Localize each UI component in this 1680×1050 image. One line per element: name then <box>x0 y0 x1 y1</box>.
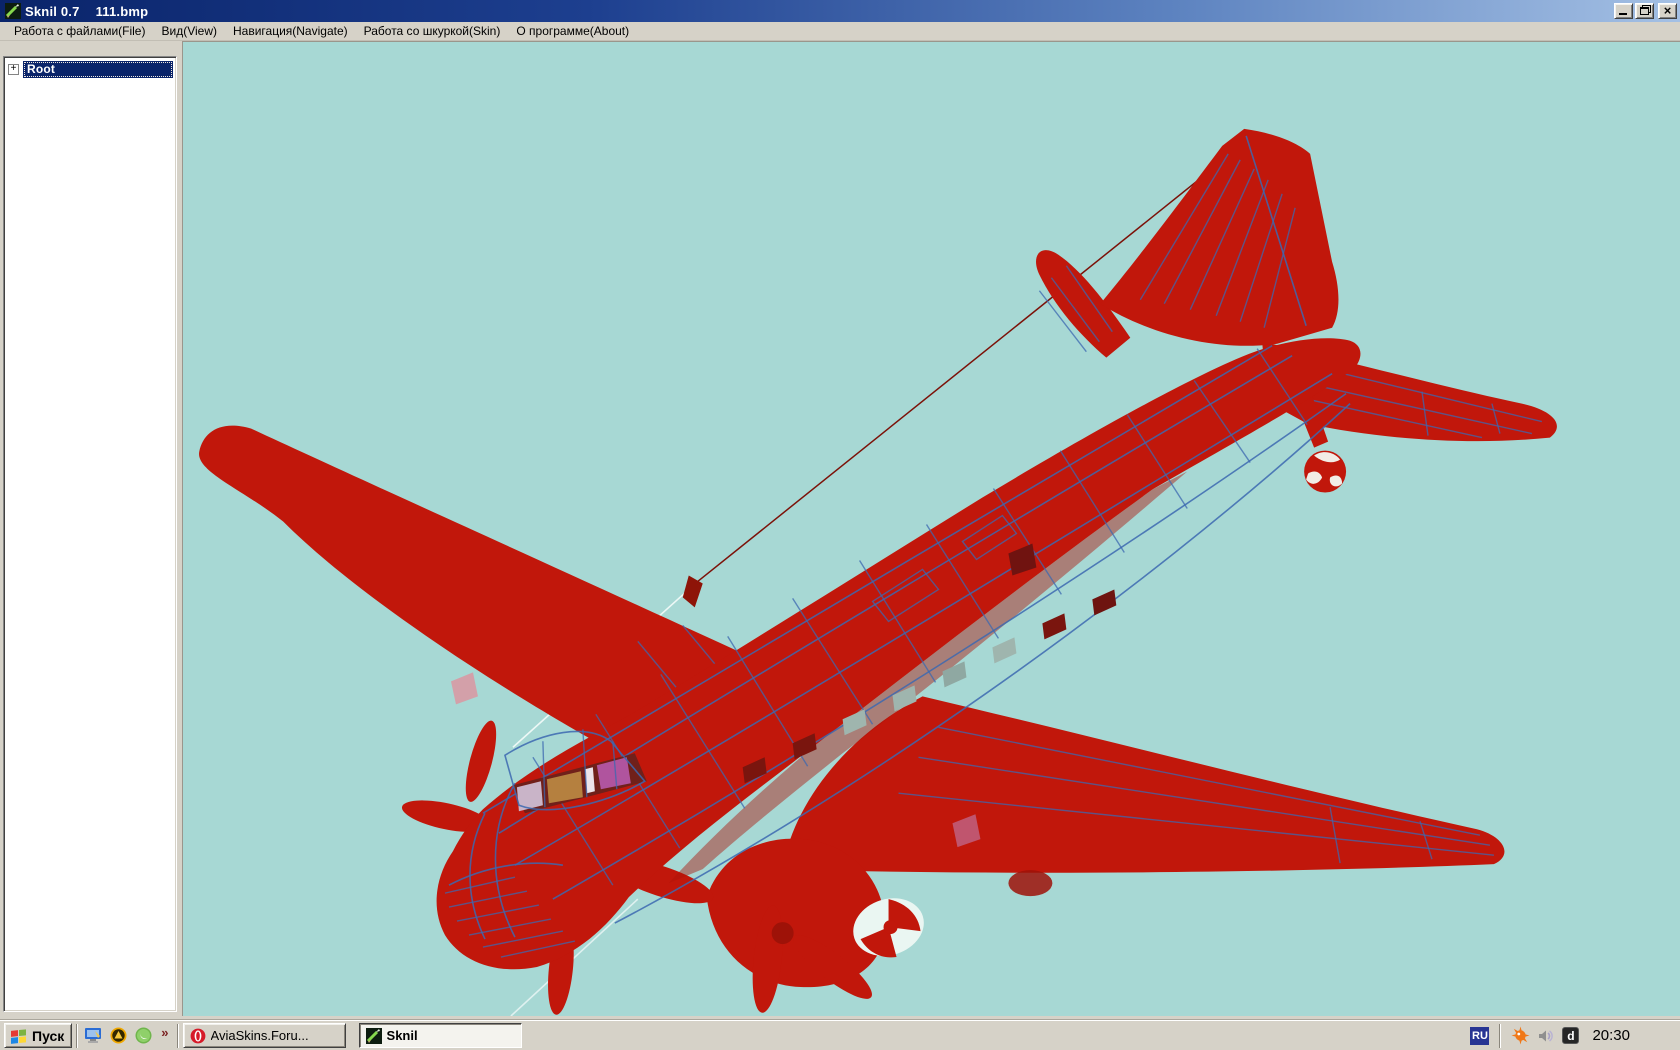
show-desktop-icon[interactable] <box>84 1027 102 1045</box>
volume-icon[interactable] <box>1536 1026 1555 1045</box>
minimize-icon <box>1619 13 1627 15</box>
task-button-aviaskins[interactable]: AviaSkins.Foru... <box>182 1023 346 1048</box>
model-tree-panel[interactable]: + Root <box>3 56 177 1012</box>
sidebar: + Root <box>0 41 182 1020</box>
avast-icon[interactable] <box>1511 1026 1530 1045</box>
quick-launch-overflow-chevron[interactable]: » <box>161 1025 168 1040</box>
window-title-document: 111.bmp <box>95 3 149 19</box>
task-label: Sknil <box>386 1028 418 1043</box>
taskbar-separator-2 <box>176 1023 179 1048</box>
tree-node-root[interactable]: Root <box>23 60 173 78</box>
download-master-glyph: d <box>1567 1028 1575 1043</box>
tray-clock[interactable]: 20:30 <box>1592 1027 1630 1044</box>
menu-navigate[interactable]: Навигация(Navigate) <box>227 22 358 41</box>
green-app-icon[interactable] <box>134 1027 152 1045</box>
minimize-button[interactable] <box>1614 3 1633 19</box>
opera-icon <box>190 1028 205 1043</box>
window-title-app: Sknil 0.7 <box>25 3 80 19</box>
menu-view[interactable]: Вид(View) <box>155 22 227 41</box>
sknil-icon <box>365 1027 382 1044</box>
close-button[interactable]: × <box>1658 3 1677 19</box>
download-master-icon[interactable]: d <box>1561 1026 1580 1045</box>
main-area: + Root <box>0 41 1680 1020</box>
quick-launch: » <box>82 1025 172 1046</box>
start-label: Пуск <box>32 1027 65 1044</box>
menu-about[interactable]: О программе(About) <box>510 22 639 41</box>
task-button-sknil[interactable]: Sknil <box>358 1023 522 1048</box>
yellow-app-icon[interactable] <box>109 1027 127 1045</box>
menu-skin[interactable]: Работа со шкуркой(Skin) <box>358 22 511 41</box>
windows-logo-icon <box>11 1028 26 1044</box>
taskbar: Пуск » AviaSkins.Foru... Sknil RU d 20:3… <box>0 1020 1680 1050</box>
tray-separator <box>1499 1023 1502 1048</box>
aircraft-render <box>199 128 1557 1016</box>
start-button[interactable]: Пуск <box>4 1023 73 1048</box>
system-tray: RU d 20:30 <box>1470 1023 1676 1048</box>
desktop-screen: Sknil 0.7 111.bmp × Работа с файлами(Fil… <box>0 0 1680 1050</box>
taskbar-separator <box>76 1023 79 1048</box>
sknil-app-icon <box>5 3 21 19</box>
model-viewport[interactable] <box>182 41 1680 1016</box>
title-bar[interactable]: Sknil 0.7 111.bmp × <box>0 0 1680 22</box>
restore-button[interactable] <box>1635 3 1654 19</box>
menu-bar: Работа с файлами(File) Вид(View) Навигац… <box>0 22 1680 41</box>
restore-icon <box>1640 7 1649 15</box>
tree-row-root[interactable]: + Root <box>8 60 173 78</box>
close-icon: × <box>1663 3 1672 18</box>
menu-file[interactable]: Работа с файлами(File) <box>8 22 155 41</box>
language-indicator[interactable]: RU <box>1470 1026 1490 1045</box>
task-label: AviaSkins.Foru... <box>210 1028 309 1043</box>
tree-expander-icon[interactable]: + <box>8 63 19 75</box>
